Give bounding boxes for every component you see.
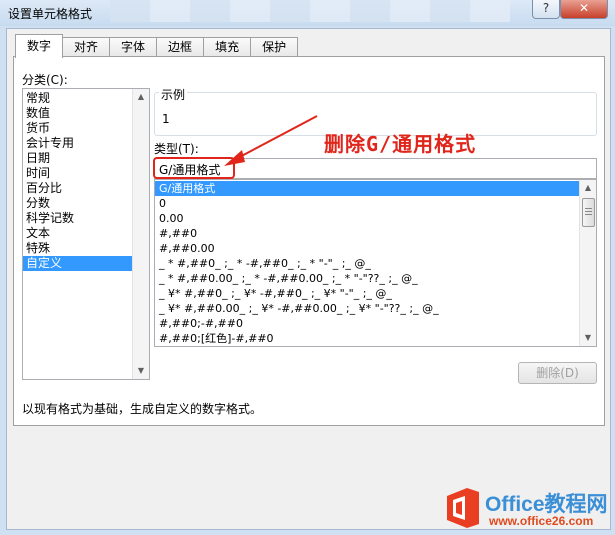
- watermark-logo: Office教程网 www.office26.com: [441, 486, 611, 532]
- tab-border[interactable]: 边框: [156, 37, 205, 58]
- category-item[interactable]: 会计专用: [23, 136, 149, 151]
- category-item[interactable]: 数值: [23, 106, 149, 121]
- description-text: 以现有格式为基础，生成自定义的数字格式。: [22, 402, 263, 416]
- annotation-arrow-icon: [224, 115, 318, 166]
- category-item[interactable]: 科学记数: [23, 211, 149, 226]
- sample-label: 示例: [159, 86, 188, 103]
- format-item[interactable]: G/通用格式: [155, 181, 596, 196]
- scroll-up-icon[interactable]: ▲: [133, 89, 149, 105]
- sample-value: 1: [162, 112, 170, 126]
- watermark-url: www.office26.com: [489, 514, 594, 528]
- tab-font[interactable]: 字体: [109, 37, 158, 58]
- scroll-up-icon[interactable]: ▲: [580, 180, 596, 196]
- format-scrollbar[interactable]: ▲ ▼: [579, 180, 596, 346]
- tab-protection[interactable]: 保护: [250, 37, 299, 58]
- format-item[interactable]: #,##0;-#,##0: [155, 316, 596, 331]
- format-item[interactable]: #,##0.00: [155, 241, 596, 256]
- format-listbox[interactable]: G/通用格式 0 0.00 #,##0 #,##0.00 _ * #,##0_ ;_ * …: [154, 179, 597, 347]
- tab-fill[interactable]: 填充: [203, 37, 252, 58]
- delete-button[interactable]: 删除(D): [518, 362, 597, 384]
- dialog-body: 数字 对齐 字体 边框 填充 保护 分类(C): 常规 数值 货币 会计专用 日期 时间百…: [6, 28, 611, 530]
- category-item[interactable]: 分数: [23, 196, 149, 211]
- office-logo-icon: [447, 488, 479, 528]
- category-scrollbar[interactable]: ▲ ▼: [132, 89, 149, 379]
- category-item[interactable]: 货币: [23, 121, 149, 136]
- category-item[interactable]: 日期: [23, 151, 149, 166]
- format-item[interactable]: _ * #,##0.00_ ;_ * -#,##0.00_ ;_ * "-"??…: [155, 271, 596, 286]
- category-item[interactable]: 自定义: [23, 256, 149, 271]
- scroll-down-icon[interactable]: ▼: [580, 330, 596, 346]
- help-button[interactable]: ?: [532, 0, 560, 19]
- format-item[interactable]: #,##0;[红色]-#,##0: [155, 331, 596, 346]
- format-item[interactable]: _ ¥* #,##0.00_ ;_ ¥* -#,##0.00_ ;_ ¥* "-…: [155, 301, 596, 316]
- category-item[interactable]: 常规: [23, 91, 149, 106]
- blurred-background: [110, 0, 510, 22]
- format-item[interactable]: 0: [155, 196, 596, 211]
- category-label: 分类(C):: [22, 73, 68, 87]
- annotation-text: 删除G/通用格式: [324, 132, 477, 156]
- tab-panel-number: 分类(C): 常规 数值 货币 会计专用 日期 时间 百分比 分数 科学记数 文本 特殊 自定义 ▲ …: [13, 56, 605, 426]
- category-item[interactable]: 文本: [23, 226, 149, 241]
- tab-alignment[interactable]: 对齐: [62, 37, 111, 58]
- format-item[interactable]: _ ¥* #,##0_ ;_ ¥* -#,##0_ ;_ ¥* "-"_ ;_ …: [155, 286, 596, 301]
- title-bar: 设置单元格格式 ? ✕: [0, 0, 615, 26]
- category-listbox[interactable]: 常规 数值 货币 会计专用 日期 时间 百分比 分数 科学记数 文本 特殊 自定义 ▲ ▼: [22, 88, 150, 380]
- type-label: 类型(T):: [154, 142, 199, 156]
- scroll-thumb[interactable]: [582, 198, 595, 227]
- format-item[interactable]: 0.00: [155, 211, 596, 226]
- scroll-down-icon[interactable]: ▼: [133, 363, 149, 379]
- window-title: 设置单元格格式: [8, 7, 93, 21]
- format-item[interactable]: _ * #,##0_ ;_ * -#,##0_ ;_ * "-"_ ;_ @_: [155, 256, 596, 271]
- category-item[interactable]: 时间: [23, 166, 149, 181]
- format-item[interactable]: #,##0: [155, 226, 596, 241]
- tab-number[interactable]: 数字: [15, 34, 64, 58]
- category-item[interactable]: 百分比: [23, 181, 149, 196]
- tab-strip: 数字 对齐 字体 边框 填充 保护: [15, 34, 299, 58]
- close-button[interactable]: ✕: [560, 0, 608, 19]
- category-item[interactable]: 特殊: [23, 241, 149, 256]
